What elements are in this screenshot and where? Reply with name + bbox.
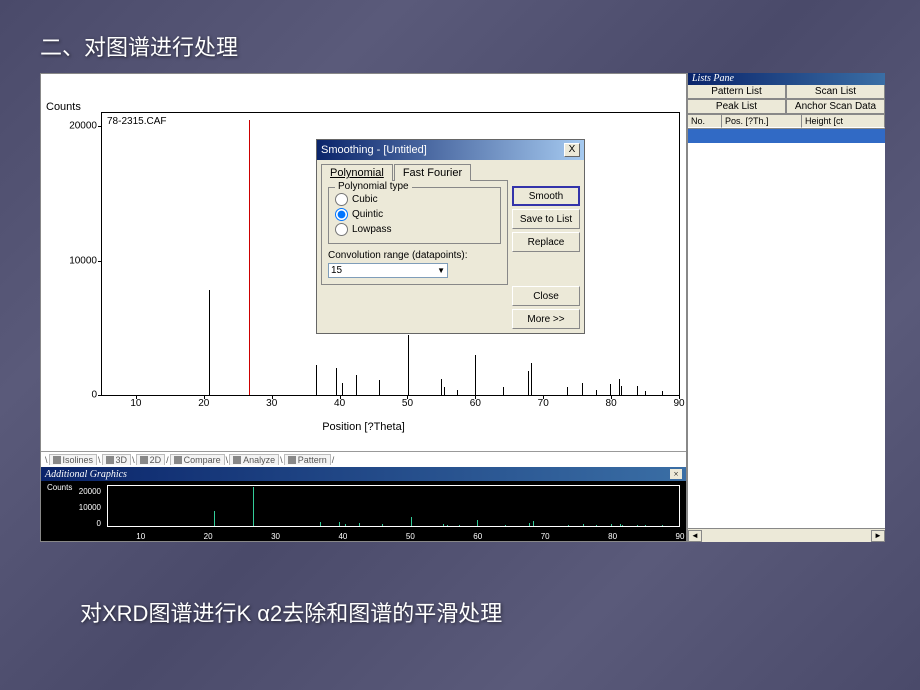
tab-isolines[interactable]: Isolines bbox=[49, 454, 98, 465]
tab-pattern[interactable]: Pattern bbox=[284, 454, 331, 465]
list-body[interactable]: ◄ ► bbox=[688, 129, 885, 542]
y-axis-label: Counts bbox=[46, 101, 81, 113]
additional-graphics-titlebar[interactable]: Additional Graphics × bbox=[41, 467, 686, 481]
chart-icon bbox=[140, 456, 148, 464]
radio-quintic[interactable]: Quintic bbox=[335, 207, 494, 222]
screenshot-window: Counts 78-2315.CAF 010000200001020304050… bbox=[40, 73, 885, 542]
tab-anchor-scan-data[interactable]: Anchor Scan Data bbox=[786, 100, 885, 114]
x-axis-label: Position [?Theta] bbox=[322, 421, 405, 433]
col-no[interactable]: No. bbox=[688, 115, 722, 128]
tab-scan-list[interactable]: Scan List bbox=[786, 85, 885, 99]
tab-polynomial[interactable]: Polynomial bbox=[321, 164, 393, 181]
tab-peak-list[interactable]: Peak List bbox=[688, 100, 786, 114]
table-row[interactable] bbox=[688, 129, 885, 143]
scroll-left-icon[interactable]: ◄ bbox=[688, 530, 702, 542]
slide-caption: 对XRD图谱进行K α2去除和图谱的平滑处理 bbox=[80, 596, 502, 628]
slide-title: 二、对图谱进行处理 bbox=[40, 30, 238, 62]
save-to-list-button[interactable]: Save to List bbox=[512, 209, 580, 229]
pattern-icon bbox=[288, 456, 296, 464]
replace-button[interactable]: Replace bbox=[512, 232, 580, 252]
tab-fast-fourier[interactable]: Fast Fourier bbox=[394, 164, 471, 181]
more-button[interactable]: More >> bbox=[512, 309, 580, 329]
radio-cubic[interactable]: Cubic bbox=[335, 192, 494, 207]
view-tab-strip: \ Isolines \ 3D \ 2D / Compare \ Analyze… bbox=[41, 451, 686, 467]
xrd-chart-area[interactable]: Counts 78-2315.CAF 010000200001020304050… bbox=[41, 74, 686, 451]
close-icon[interactable]: X bbox=[564, 143, 580, 157]
tab-2d[interactable]: 2D bbox=[136, 454, 166, 465]
cube-icon bbox=[106, 456, 114, 464]
tab-pattern-list[interactable]: Pattern List bbox=[688, 85, 786, 99]
convolution-select[interactable]: 15 ▼ bbox=[328, 263, 448, 278]
analyze-icon bbox=[233, 456, 241, 464]
lists-pane-title: Lists Pane bbox=[688, 73, 885, 85]
smoothing-dialog: Smoothing - [Untitled] X Polynomial Fast… bbox=[316, 139, 585, 334]
tab-analyze[interactable]: Analyze bbox=[229, 454, 279, 465]
dialog-title: Smoothing - [Untitled] bbox=[321, 144, 564, 156]
horizontal-scrollbar[interactable]: ◄ ► bbox=[688, 528, 885, 542]
lists-pane: Lists Pane Pattern List Scan List Peak L… bbox=[687, 73, 885, 542]
close-button[interactable]: Close bbox=[512, 286, 580, 306]
dialog-titlebar[interactable]: Smoothing - [Untitled] X bbox=[317, 140, 584, 160]
polynomial-type-group: Polynomial type Cubic Quintic Lowpass bbox=[328, 187, 501, 244]
col-pos[interactable]: Pos. [?Th.] bbox=[722, 115, 802, 128]
list-header: No. Pos. [?Th.] Height [ct bbox=[688, 115, 885, 129]
smooth-button[interactable]: Smooth bbox=[512, 186, 580, 206]
convolution-label: Convolution range (datapoints): bbox=[328, 250, 501, 261]
chevron-down-icon: ▼ bbox=[437, 266, 445, 275]
radio-lowpass[interactable]: Lowpass bbox=[335, 222, 494, 237]
additional-graphics-chart[interactable]: Counts 01000020000102030405060708090 bbox=[41, 481, 686, 541]
isolines-icon bbox=[53, 456, 61, 464]
close-icon[interactable]: × bbox=[670, 469, 682, 479]
col-height[interactable]: Height [ct bbox=[802, 115, 885, 128]
main-panel: Counts 78-2315.CAF 010000200001020304050… bbox=[40, 73, 687, 542]
series-label: 78-2315.CAF bbox=[107, 116, 166, 127]
tab-3d[interactable]: 3D bbox=[102, 454, 132, 465]
compare-icon bbox=[174, 456, 182, 464]
tab-compare[interactable]: Compare bbox=[170, 454, 225, 465]
scroll-right-icon[interactable]: ► bbox=[871, 530, 885, 542]
